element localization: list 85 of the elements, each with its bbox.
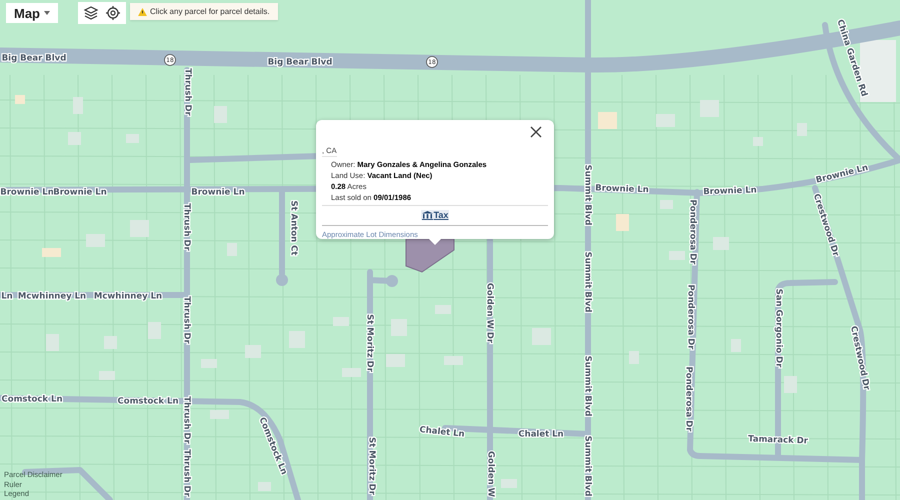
layers-icon[interactable] xyxy=(83,5,99,21)
building-footprint xyxy=(289,331,305,348)
building-footprint xyxy=(616,214,629,231)
building-footprint xyxy=(201,359,217,368)
street-label: Thrush Dr xyxy=(182,203,192,251)
tax-link[interactable]: Tax xyxy=(420,210,450,220)
building-footprint xyxy=(42,248,61,257)
street-label: China Garden Rd xyxy=(834,18,869,98)
building-footprint xyxy=(669,251,685,260)
building-footprint xyxy=(700,100,719,117)
street-label: Thrush Dr xyxy=(182,449,192,497)
building-footprint xyxy=(501,479,517,488)
building-footprint xyxy=(797,123,807,136)
building-footprint xyxy=(532,328,551,345)
building-footprint xyxy=(444,356,463,365)
building-footprint xyxy=(753,137,763,146)
street-label: Brownie Ln xyxy=(0,187,54,198)
street-label: Comstock Ln xyxy=(2,394,62,404)
building-footprint xyxy=(731,339,741,352)
street-label: Chalet Ln xyxy=(418,425,465,440)
street-label: Ponderosa Dr xyxy=(686,284,696,350)
street-label: San Gorgonio Dr xyxy=(774,288,784,368)
street-label: Big Bear Blvd xyxy=(268,57,332,68)
building-footprint xyxy=(73,97,83,114)
building-footprint xyxy=(245,345,261,358)
street-label: Chalet Ln xyxy=(518,429,564,440)
notice-text: Click any parcel for parcel details. xyxy=(150,7,270,16)
street-label: Ponderosa Dr xyxy=(688,200,698,264)
cul-de-sac xyxy=(386,275,398,287)
street-label: Big Bear Blvd xyxy=(2,53,66,64)
street-label: Thrush Dr xyxy=(182,68,193,116)
cul-de-sac xyxy=(276,274,288,286)
street-label: Thrush Dr xyxy=(182,296,192,344)
building-footprint xyxy=(210,410,229,419)
street-label: Tamarack Dr xyxy=(748,434,808,446)
building-footprint xyxy=(660,200,673,209)
street-label: Ln xyxy=(1,291,13,302)
street-label: Summit Blvd xyxy=(582,436,593,496)
street-label: St Anton Ct xyxy=(288,200,299,256)
building-footprint xyxy=(68,132,81,145)
street-label: Mcwhinney Ln xyxy=(94,291,162,302)
street-label: Brownie Ln xyxy=(703,185,757,198)
street-label: St Moritz Dr xyxy=(364,314,375,372)
locate-icon[interactable] xyxy=(105,5,121,21)
building-footprint xyxy=(386,354,405,367)
street-label: Mcwhinney Ln xyxy=(18,291,86,302)
building-footprint xyxy=(629,351,639,364)
street-label: Summit Blvd xyxy=(582,164,593,226)
street-label: Thrush Dr xyxy=(182,396,192,444)
building-footprint xyxy=(126,134,139,143)
building-footprint xyxy=(598,112,617,129)
building-footprint xyxy=(104,336,117,349)
building-footprint xyxy=(391,319,407,336)
building-footprint xyxy=(713,237,729,250)
street-label: Summit Blvd xyxy=(582,356,593,416)
caret-icon xyxy=(44,11,50,15)
street-label: Ponderosa Dr xyxy=(684,366,694,432)
street-label: Comstock Ln xyxy=(118,396,178,406)
close-icon[interactable] xyxy=(530,126,542,138)
building-footprint xyxy=(214,106,227,123)
building-footprint xyxy=(333,317,349,326)
building-footprint xyxy=(860,40,896,102)
building-footprint xyxy=(656,114,675,127)
bank-icon xyxy=(422,210,433,220)
street-label: Brownie Ln xyxy=(595,183,649,196)
street-label: Golden W xyxy=(486,451,496,497)
street-label: Golden W Dr xyxy=(484,282,495,344)
street-label: Brownie Ln xyxy=(191,187,245,198)
building-footprint xyxy=(148,322,161,339)
street-label: Brownie Ln xyxy=(814,163,870,186)
building-footprint xyxy=(86,234,105,247)
building-footprint xyxy=(15,95,25,104)
building-footprint xyxy=(99,371,115,380)
building-footprint xyxy=(435,305,451,314)
building-footprint xyxy=(342,368,361,377)
street-label: Summit Blvd xyxy=(582,252,593,312)
building-footprint xyxy=(258,482,271,491)
building-footprint xyxy=(46,334,59,351)
street-label: St Moritz Dr xyxy=(366,437,377,495)
building-footprint xyxy=(227,243,237,256)
street-label: Brownie Ln xyxy=(53,187,107,198)
map-menu-button[interactable]: Map xyxy=(6,3,58,23)
building-footprint xyxy=(130,220,149,237)
warning-icon xyxy=(138,8,147,16)
building-footprint xyxy=(784,376,797,393)
